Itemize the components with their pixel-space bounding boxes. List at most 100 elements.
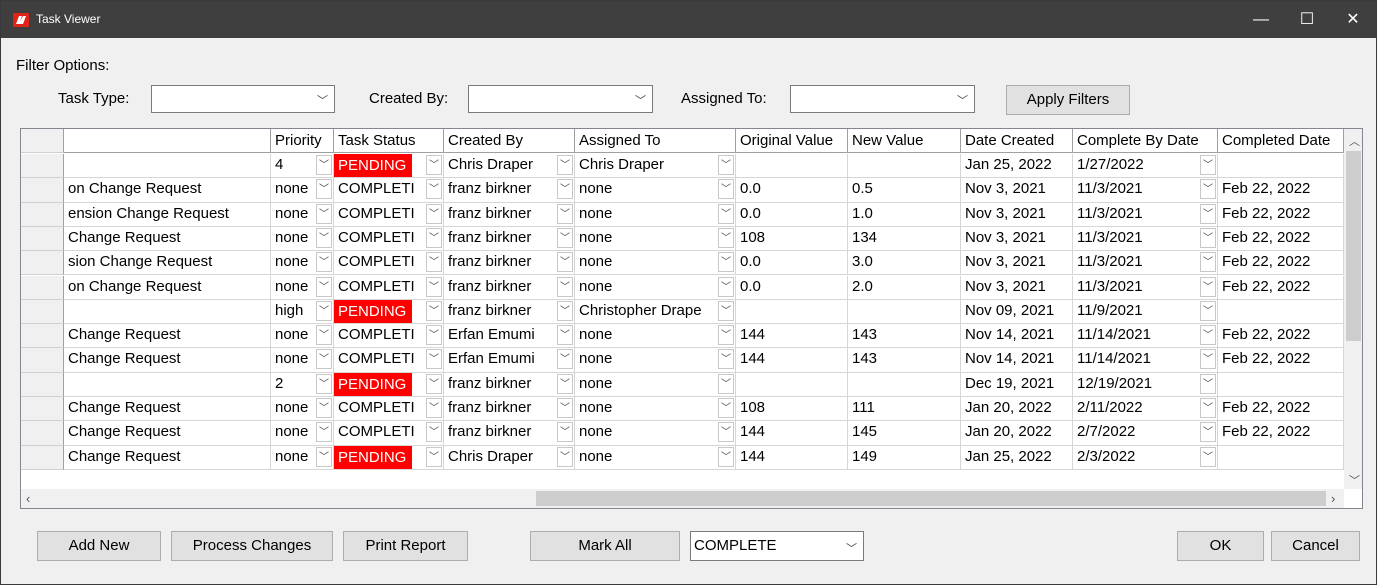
date-created-cell[interactable]: Nov 3, 2021 [961, 226, 1073, 252]
chevron-down-icon[interactable]: ﹀ [316, 349, 332, 370]
chevron-down-icon[interactable]: ﹀ [426, 227, 442, 248]
row-header[interactable] [21, 324, 64, 349]
new-value-cell[interactable]: 1.0 [848, 202, 961, 227]
chevron-down-icon[interactable]: ﹀ [316, 325, 332, 346]
chevron-down-icon[interactable]: ﹀ [557, 227, 573, 248]
created-by-cell[interactable]: Chris Draper ﹀ [444, 154, 575, 179]
task-status-cell[interactable]: PENDING ﹀ [334, 372, 444, 397]
task-cell[interactable]: on Change Request [64, 275, 271, 300]
scroll-right-icon[interactable]: › [1331, 491, 1335, 506]
row-header[interactable] [21, 372, 64, 397]
date-created-cell[interactable]: Jan 25, 2022 [961, 445, 1073, 470]
assigned-to-cell[interactable]: none ﹀ [575, 421, 736, 446]
original-value-cell[interactable]: 144 [736, 324, 848, 349]
chevron-down-icon[interactable]: ﹀ [718, 252, 734, 273]
chevron-down-icon[interactable]: ﹀ [718, 155, 734, 175]
column-header-date-created[interactable]: Date Created [961, 129, 1073, 153]
chevron-down-icon[interactable]: ﹀ [426, 373, 442, 394]
chevron-down-icon[interactable]: ﹀ [557, 252, 573, 273]
chevron-down-icon[interactable]: ﹀ [426, 446, 442, 467]
row-header[interactable] [21, 299, 64, 325]
chevron-down-icon[interactable]: ﹀ [718, 227, 734, 248]
chevron-down-icon[interactable]: ﹀ [557, 155, 573, 175]
chevron-down-icon[interactable]: ﹀ [426, 422, 442, 443]
created-by-cell[interactable]: Erfan Emumi ﹀ [444, 324, 575, 349]
column-header-new-value[interactable]: New Value [848, 129, 961, 153]
priority-cell[interactable]: none ﹀ [271, 178, 334, 203]
mark-all-button[interactable]: Mark All [530, 531, 680, 561]
assigned-to-cell[interactable]: none ﹀ [575, 397, 736, 422]
chevron-down-icon[interactable]: ﹀ [426, 300, 442, 321]
task-status-cell[interactable]: PENDING ﹀ [334, 445, 444, 470]
mark-status-select[interactable]: COMPLETE ﹀ [690, 531, 864, 561]
chevron-down-icon[interactable]: ﹀ [426, 276, 442, 297]
chevron-down-icon[interactable]: ﹀ [557, 325, 573, 346]
priority-cell[interactable]: none ﹀ [271, 445, 334, 470]
priority-cell[interactable]: none ﹀ [271, 348, 334, 373]
chevron-down-icon[interactable]: ﹀ [316, 179, 332, 200]
chevron-down-icon[interactable]: ﹀ [316, 422, 332, 443]
chevron-down-icon[interactable]: ﹀ [1200, 373, 1216, 394]
assigned-to-cell[interactable]: none ﹀ [575, 445, 736, 470]
original-value-cell[interactable] [736, 154, 848, 179]
completed-date-cell[interactable]: Feb 22, 2022 [1218, 226, 1344, 252]
complete-by-date-cell[interactable]: 11/3/2021 ﹀ [1073, 251, 1218, 276]
original-value-cell[interactable]: 0.0 [736, 202, 848, 227]
original-value-cell[interactable] [736, 299, 848, 325]
priority-cell[interactable]: high ﹀ [271, 299, 334, 325]
row-header[interactable] [21, 202, 64, 227]
completed-date-cell[interactable]: Feb 22, 2022 [1218, 324, 1344, 349]
date-created-cell[interactable]: Nov 3, 2021 [961, 202, 1073, 227]
chevron-down-icon[interactable]: ﹀ [426, 349, 442, 370]
chevron-down-icon[interactable]: ﹀ [1200, 179, 1216, 200]
date-created-cell[interactable]: Jan 25, 2022 [961, 154, 1073, 179]
chevron-down-icon[interactable]: ﹀ [316, 300, 332, 321]
row-header[interactable] [21, 397, 64, 422]
chevron-down-icon[interactable]: ﹀ [426, 325, 442, 346]
minimize-button[interactable]: — [1238, 1, 1284, 38]
chevron-down-icon[interactable]: ﹀ [718, 300, 734, 321]
original-value-cell[interactable]: 144 [736, 421, 848, 446]
ok-button[interactable]: OK [1177, 531, 1264, 561]
chevron-down-icon[interactable]: ﹀ [316, 276, 332, 297]
chevron-down-icon[interactable]: ﹀ [1200, 398, 1216, 418]
process-changes-button[interactable]: Process Changes [171, 531, 333, 561]
task-cell[interactable]: Change Request [64, 348, 271, 373]
chevron-down-icon[interactable]: ﹀ [316, 446, 332, 467]
column-header-completed-date[interactable]: Completed Date [1218, 129, 1344, 153]
date-created-cell[interactable]: Nov 09, 2021 [961, 299, 1073, 325]
chevron-down-icon[interactable]: ﹀ [1200, 227, 1216, 248]
complete-by-date-cell[interactable]: 12/19/2021 ﹀ [1073, 372, 1218, 397]
task-status-cell[interactable]: COMPLETI ﹀ [334, 348, 444, 373]
created-by-cell[interactable]: Chris Draper ﹀ [444, 445, 575, 470]
chevron-down-icon[interactable]: ﹀ [316, 227, 332, 248]
horizontal-scrollbar[interactable]: ‹ › [21, 489, 1344, 508]
column-header-task[interactable] [64, 129, 271, 153]
row-header[interactable] [21, 275, 64, 300]
complete-by-date-cell[interactable]: 1/27/2022 ﹀ [1073, 154, 1218, 179]
original-value-cell[interactable]: 0.0 [736, 251, 848, 276]
chevron-down-icon[interactable]: ﹀ [557, 422, 573, 443]
task-status-cell[interactable]: COMPLETI ﹀ [334, 178, 444, 203]
new-value-cell[interactable] [848, 154, 961, 179]
chevron-down-icon[interactable]: ﹀ [718, 349, 734, 370]
task-cell[interactable] [64, 372, 271, 397]
priority-cell[interactable]: none ﹀ [271, 251, 334, 276]
new-value-cell[interactable]: 0.5 [848, 178, 961, 203]
original-value-cell[interactable]: 144 [736, 445, 848, 470]
row-header[interactable] [21, 154, 64, 179]
original-value-cell[interactable]: 108 [736, 226, 848, 252]
created-by-cell[interactable]: franz birkner ﹀ [444, 421, 575, 446]
new-value-cell[interactable]: 145 [848, 421, 961, 446]
date-created-cell[interactable]: Nov 3, 2021 [961, 178, 1073, 203]
complete-by-date-cell[interactable]: 2/11/2022 ﹀ [1073, 397, 1218, 422]
chevron-down-icon[interactable]: ﹀ [557, 349, 573, 370]
created-by-cell[interactable]: franz birkner ﹀ [444, 226, 575, 252]
column-header-assigned-to[interactable]: Assigned To [575, 129, 736, 153]
task-cell[interactable] [64, 299, 271, 325]
created-by-cell[interactable]: franz birkner ﹀ [444, 178, 575, 203]
chevron-down-icon[interactable]: ﹀ [718, 325, 734, 346]
assigned-to-cell[interactable]: none ﹀ [575, 372, 736, 397]
chevron-down-icon[interactable]: ﹀ [316, 203, 332, 224]
original-value-cell[interactable]: 108 [736, 397, 848, 422]
